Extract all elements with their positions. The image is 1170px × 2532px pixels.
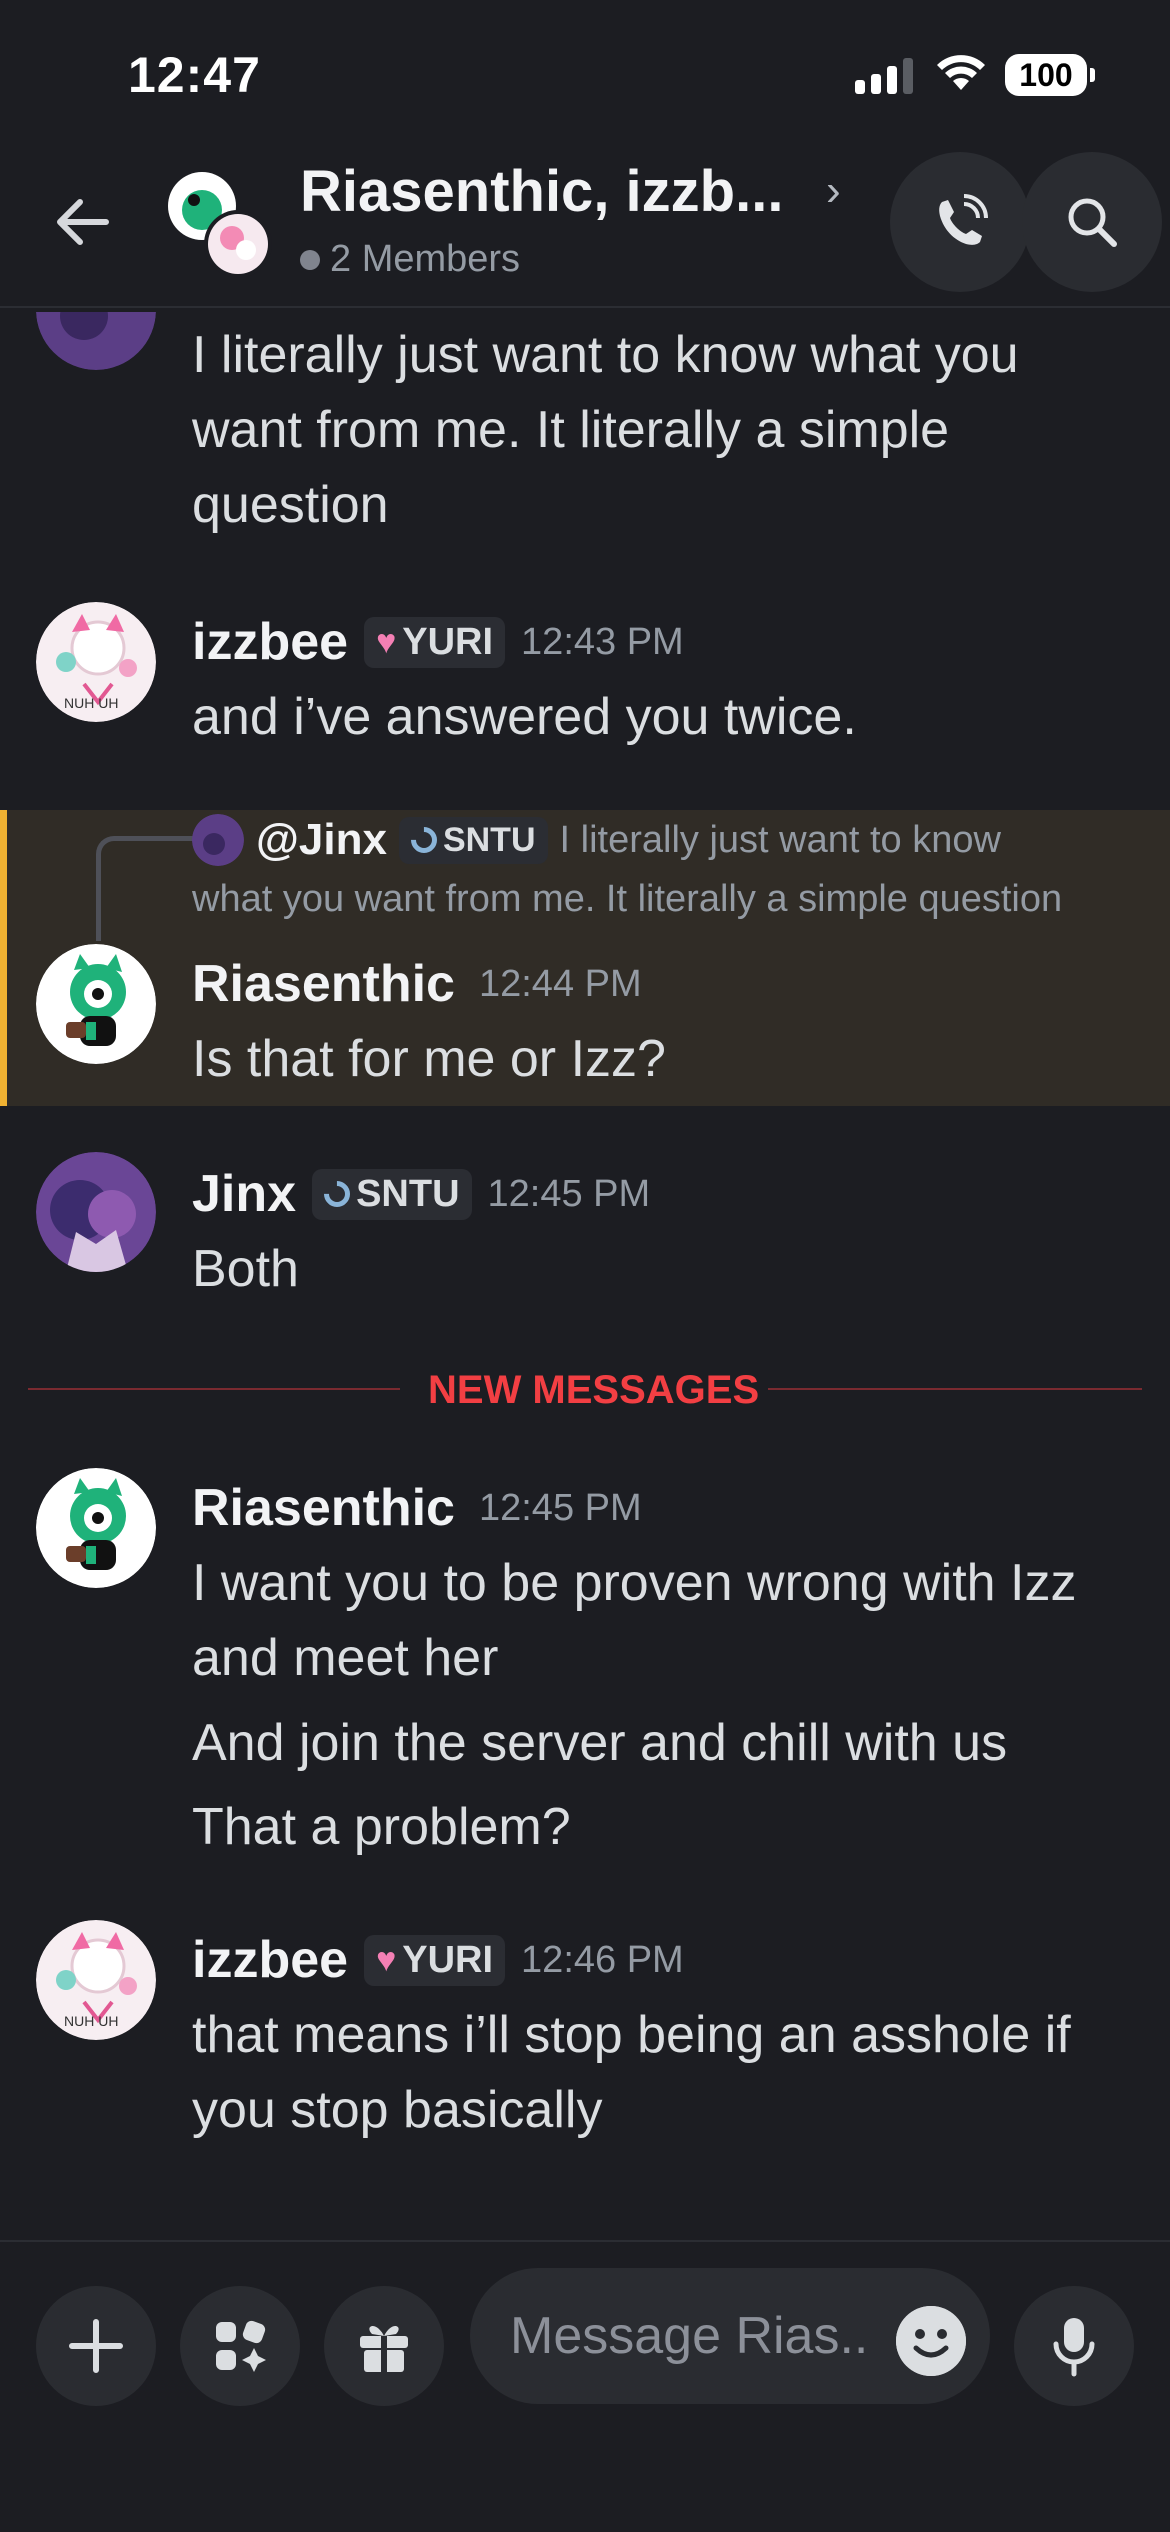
role-tag-label: SNTU xyxy=(442,820,536,859)
gift-icon xyxy=(360,2325,408,2372)
header-divider xyxy=(0,306,1170,308)
call-icon xyxy=(939,194,988,245)
reply-text-continued: what you want from me. It literally a si… xyxy=(192,878,1063,920)
message-text: And join the server and chill with us xyxy=(192,1714,1008,1772)
signal-icon xyxy=(855,58,913,94)
role-tag: SNTU xyxy=(398,816,548,864)
message-text: That a problem? xyxy=(192,1798,571,1856)
new-messages-line xyxy=(768,1388,1142,1390)
status-dot xyxy=(300,249,320,270)
message-text: Is that for me or Izz? xyxy=(192,1030,666,1088)
apps-icon xyxy=(216,2320,266,2372)
emoji-button[interactable] xyxy=(896,2306,966,2376)
avatar-izzbee[interactable]: NUH UH xyxy=(36,602,156,722)
message-header: Jinx SNTU 12:45 PM xyxy=(192,1164,650,1224)
message-header: izzbee ♥ YURI 12:43 PM xyxy=(192,612,684,672)
role-tag-label: YURI xyxy=(402,620,494,663)
reply-avatar xyxy=(192,814,244,866)
message-text: I want you to be proven wrong with Izz a… xyxy=(192,1546,1076,1696)
add-attachment-button[interactable] xyxy=(36,2286,156,2406)
avatar-jinx[interactable] xyxy=(36,1152,156,1272)
plus-icon xyxy=(69,2319,123,2373)
back-button[interactable] xyxy=(52,192,112,252)
wifi-icon xyxy=(935,52,987,97)
message-line: that means i’ll stop being an asshole if xyxy=(192,2006,1071,2064)
new-messages-line xyxy=(28,1388,400,1390)
new-messages-label: NEW MESSAGES xyxy=(428,1368,760,1412)
reply-connector xyxy=(96,836,201,941)
apps-button[interactable] xyxy=(180,2286,300,2406)
heart-icon: ♥ xyxy=(376,1940,397,1979)
reply-mention[interactable]: @Jinx xyxy=(256,815,387,865)
member-count: 2 Members xyxy=(300,238,520,281)
avatar-izzbee[interactable]: NUH UH xyxy=(36,1920,156,2040)
avatar-riasenthic[interactable] xyxy=(36,944,156,1064)
message-line: I want you to be proven wrong with Izz xyxy=(192,1554,1077,1612)
ring-icon xyxy=(318,1175,356,1213)
status-time: 12:47 xyxy=(128,47,261,103)
role-tag[interactable]: ♥ YURI xyxy=(364,616,506,668)
role-tag-label: SNTU xyxy=(356,1172,460,1215)
role-tag[interactable]: SNTU xyxy=(312,1168,472,1220)
message-text: and i’ve answered you twice. xyxy=(192,688,857,746)
avatar-riasenthic[interactable] xyxy=(36,1468,156,1588)
message-header: Riasenthic 12:44 PM xyxy=(192,954,642,1014)
battery-nub xyxy=(1090,68,1095,82)
battery-indicator: 100 xyxy=(1005,54,1087,96)
chevron-right-icon[interactable]: › xyxy=(826,166,841,216)
reply-preview[interactable]: @Jinx SNTU I literally just want to know xyxy=(192,814,1001,866)
microphone-icon xyxy=(1053,2318,1095,2377)
heart-icon: ♥ xyxy=(376,622,397,661)
username[interactable]: Jinx xyxy=(192,1164,296,1224)
emoji-icon xyxy=(896,2306,966,2376)
username[interactable]: izzbee xyxy=(192,612,348,672)
composer-divider xyxy=(0,2240,1170,2242)
message-text: Both xyxy=(192,1240,299,1298)
message-line: you stop basically xyxy=(192,2081,603,2139)
message-header: izzbee ♥ YURI 12:46 PM xyxy=(192,1930,684,1990)
message-line: question xyxy=(192,476,389,534)
gift-button[interactable] xyxy=(324,2286,444,2406)
group-avatar[interactable] xyxy=(166,170,276,280)
timestamp: 12:44 PM xyxy=(478,962,642,1005)
timestamp: 12:45 PM xyxy=(478,1486,642,1529)
message-header: Riasenthic 12:45 PM xyxy=(192,1478,642,1538)
voice-message-button[interactable] xyxy=(1014,2286,1134,2406)
reply-text: I literally just want to know xyxy=(559,818,1001,861)
search-button[interactable] xyxy=(1022,152,1162,292)
svg-text:NUH UH: NUH UH xyxy=(64,2013,118,2029)
username[interactable]: izzbee xyxy=(192,1930,348,1990)
call-button[interactable] xyxy=(890,152,1030,292)
role-tag[interactable]: ♥ YURI xyxy=(364,1934,506,1986)
member-count-label: 2 Members xyxy=(330,238,521,280)
message-text: that means i’ll stop being an asshole if… xyxy=(192,1998,1071,2148)
timestamp: 12:45 PM xyxy=(487,1172,651,1215)
username[interactable]: Riasenthic xyxy=(192,954,455,1014)
avatar-jinx-partial[interactable] xyxy=(36,312,156,370)
svg-text:NUH UH: NUH UH xyxy=(64,695,118,711)
ring-icon xyxy=(405,821,443,859)
search-icon xyxy=(1068,198,1117,247)
timestamp: 12:46 PM xyxy=(521,1938,684,1981)
channel-title[interactable]: Riasenthic, izzb... xyxy=(300,158,783,225)
username[interactable]: Riasenthic xyxy=(192,1478,455,1538)
message-line: want from me. It literally a simple xyxy=(192,401,950,459)
message-line: I literally just want to know what you xyxy=(192,326,1019,384)
message-line: and meet her xyxy=(192,1629,499,1687)
back-arrow-icon xyxy=(57,199,109,245)
mention-highlight-bar xyxy=(0,810,7,1106)
timestamp: 12:43 PM xyxy=(521,620,684,663)
message-text: I literally just want to know what you w… xyxy=(192,318,1019,543)
role-tag-label: YURI xyxy=(402,1938,494,1981)
